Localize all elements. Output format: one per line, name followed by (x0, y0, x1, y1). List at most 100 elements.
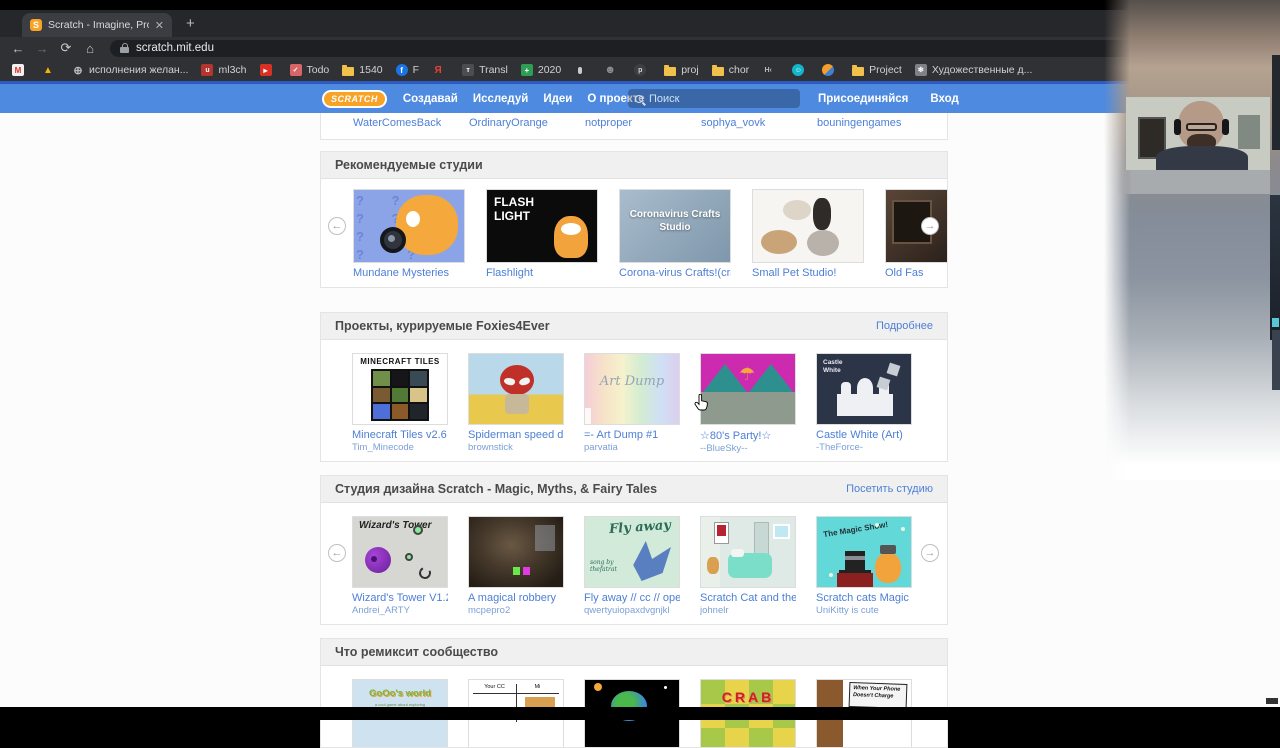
globe-icon (72, 64, 84, 76)
studio-title-link[interactable]: Corona-virus Crafts!(cra (619, 267, 731, 279)
project-thumbnail[interactable] (468, 516, 564, 588)
video-frame: S Scratch - Imagine, Program, Sha ✕ + ← … (0, 0, 1280, 720)
new-tab-button[interactable]: + (186, 15, 195, 32)
bookmark-item[interactable] (12, 64, 29, 76)
search-input[interactable] (649, 93, 769, 105)
project-card: Scratch Cat and the johnelr (700, 516, 796, 616)
project-title-link[interactable]: Spiderman speed dra (468, 429, 564, 441)
project-author-link[interactable]: Andrei_ARTY (352, 605, 448, 616)
carousel-left-arrow[interactable]: ← (328, 544, 346, 562)
project-author-link[interactable]: sophya_vovk (701, 117, 765, 129)
nav-create[interactable]: Создавай (403, 93, 458, 105)
browser-toolbar: ← → ⟳ ⌂ scratch.mit.edu ☆ (0, 37, 1280, 59)
url-text[interactable]: scratch.mit.edu (136, 42, 1214, 54)
scratch-nav: Создавай Исследуй Идеи О проекте (403, 93, 645, 105)
bookmark-item[interactable] (260, 64, 277, 76)
castle-art (857, 378, 873, 398)
thumb-art (1238, 115, 1260, 149)
signin-link[interactable]: Вход (930, 93, 958, 105)
tab-close-icon[interactable]: ✕ (155, 19, 164, 32)
bookmark-item[interactable] (604, 64, 621, 76)
project-author-link[interactable]: notproper (585, 117, 632, 129)
project-title-link[interactable]: Wizard's Tower V1.2. (352, 592, 448, 604)
project-author-link[interactable]: mcpepro2 (468, 605, 564, 616)
bookmark-item[interactable] (42, 64, 59, 76)
project-title-link[interactable]: Scratch Cat and the (700, 592, 796, 604)
bookmark-item[interactable] (634, 64, 651, 76)
project-author-link[interactable]: -TheForce- (816, 442, 912, 453)
studio-thumbnail[interactable]: FLASH LIGHT (486, 189, 598, 263)
home-icon[interactable]: ⌂ (80, 41, 100, 56)
bookmark-item[interactable]: F (396, 64, 419, 76)
project-author-link[interactable]: UniKitty is cute (816, 605, 912, 616)
yandex-icon (432, 64, 444, 76)
studio-thumbnail[interactable] (752, 189, 864, 263)
bookmark-item[interactable]: Transl (462, 64, 508, 76)
bookmark-item[interactable] (762, 64, 779, 76)
project-thumbnail[interactable]: ☂ (700, 353, 796, 425)
bookmark-item[interactable]: ml3ch (201, 64, 246, 76)
bookmark-item[interactable]: 2020 (521, 64, 561, 76)
project-title-link[interactable]: Minecraft Tiles v2.6 (352, 429, 448, 441)
bookmark-item[interactable] (432, 64, 449, 76)
nav-ideas[interactable]: Идеи (543, 93, 572, 105)
pink-app-icon (290, 64, 302, 76)
project-author-link[interactable]: Tim_Minecode (352, 442, 448, 453)
bookmark-item[interactable]: proj (664, 64, 699, 76)
project-thumbnail[interactable] (700, 516, 796, 588)
project-author-link[interactable]: brownstick (468, 442, 564, 453)
carousel-right-arrow[interactable]: → (921, 544, 939, 562)
project-title-link[interactable]: =- Art Dump #1 (584, 429, 680, 441)
join-link[interactable]: Присоединяйся (818, 93, 908, 105)
project-thumbnail[interactable]: Fly away song by thefatrat (584, 516, 680, 588)
bookmark-item[interactable] (792, 64, 809, 76)
carousel-left-arrow[interactable]: ← (328, 217, 346, 235)
address-bar[interactable]: scratch.mit.edu ☆ (110, 40, 1272, 57)
browser-tab[interactable]: S Scratch - Imagine, Program, Sha ✕ (22, 13, 172, 37)
visit-studio-link[interactable]: Посетить студию (846, 483, 933, 495)
project-author-link[interactable]: OrdinaryOrange (469, 117, 548, 129)
see-more-link[interactable]: Подробнее (876, 320, 933, 332)
scratch-logo[interactable]: SCRATCH (322, 90, 387, 108)
bookmark-item[interactable]: chor (712, 64, 749, 76)
project-thumbnail[interactable]: Art Dump (584, 353, 680, 425)
studio-thumbnail[interactable]: Coronavirus Crafts Studio (619, 189, 731, 263)
studio-title-link[interactable]: Old Fas (885, 267, 948, 279)
scratch-cat-art (554, 216, 588, 258)
project-author-link[interactable]: bouningengames (817, 117, 901, 129)
project-title-link[interactable]: ☆80's Party!☆ (700, 429, 796, 442)
project-title-link[interactable]: Scratch cats Magic s (816, 592, 912, 604)
project-thumbnail[interactable] (468, 353, 564, 425)
studio-title-link[interactable]: Mundane Mysteries (353, 267, 465, 279)
project-title-link[interactable]: A magical robbery (468, 592, 564, 604)
bookmark-item[interactable]: исполнения желан... (72, 64, 188, 76)
project-author-link[interactable]: WaterComesBack (353, 117, 441, 129)
back-icon[interactable]: ← (8, 41, 28, 56)
bookmark-item[interactable]: Project (852, 64, 902, 76)
studio-thumbnail[interactable]: ? ? ? ? ? ? ? ? ? (353, 189, 465, 263)
orange-app-icon (822, 64, 834, 76)
bookmark-item[interactable]: 1540 (342, 64, 382, 76)
project-author-link[interactable]: parvatia (584, 442, 680, 453)
project-author-link[interactable]: johnelr (700, 605, 796, 616)
studio-title-link[interactable]: Small Pet Studio! (752, 267, 864, 279)
carousel-right-arrow[interactable]: → (921, 217, 939, 235)
bookmark-item[interactable] (822, 64, 839, 76)
project-author-link[interactable]: --BlueSky-- (700, 443, 796, 454)
project-title-link[interactable]: Fly away // cc // open (584, 592, 680, 604)
bookmark-item[interactable] (574, 64, 591, 76)
studio-title-link[interactable]: Flashlight (486, 267, 598, 279)
nav-explore[interactable]: Исследуй (473, 93, 529, 105)
thumb-art (413, 525, 423, 535)
bookmark-item[interactable]: Todo (290, 64, 330, 76)
project-title-link[interactable]: Castle White (Art) (816, 429, 912, 441)
project-thumbnail[interactable]: MINECRAFT TILES (352, 353, 448, 425)
bookmark-item[interactable]: Художественные д... (915, 64, 1033, 76)
project-author-link[interactable]: qwertyuiopaxdvgnjkl (584, 605, 680, 616)
project-thumbnail[interactable]: Wizard's Tower (352, 516, 448, 588)
forward-icon[interactable]: → (32, 41, 52, 56)
project-thumbnail[interactable]: Castle White (816, 353, 912, 425)
reload-icon[interactable]: ⟳ (56, 40, 76, 56)
search-box[interactable] (628, 89, 800, 108)
project-thumbnail[interactable]: The Magic Show! (816, 516, 912, 588)
